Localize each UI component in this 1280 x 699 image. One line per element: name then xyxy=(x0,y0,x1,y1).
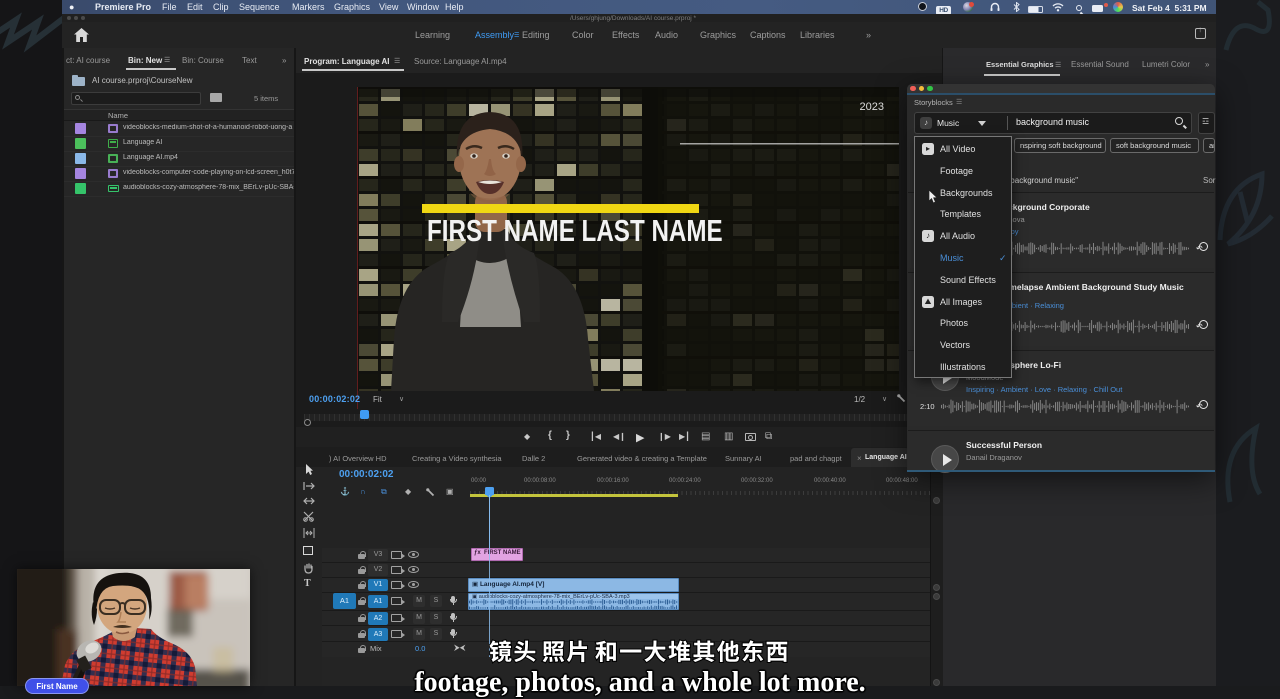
svg-text:FIRST NAME LAST NAME: FIRST NAME LAST NAME xyxy=(427,214,723,248)
svg-text:2023: 2023 xyxy=(860,101,884,113)
